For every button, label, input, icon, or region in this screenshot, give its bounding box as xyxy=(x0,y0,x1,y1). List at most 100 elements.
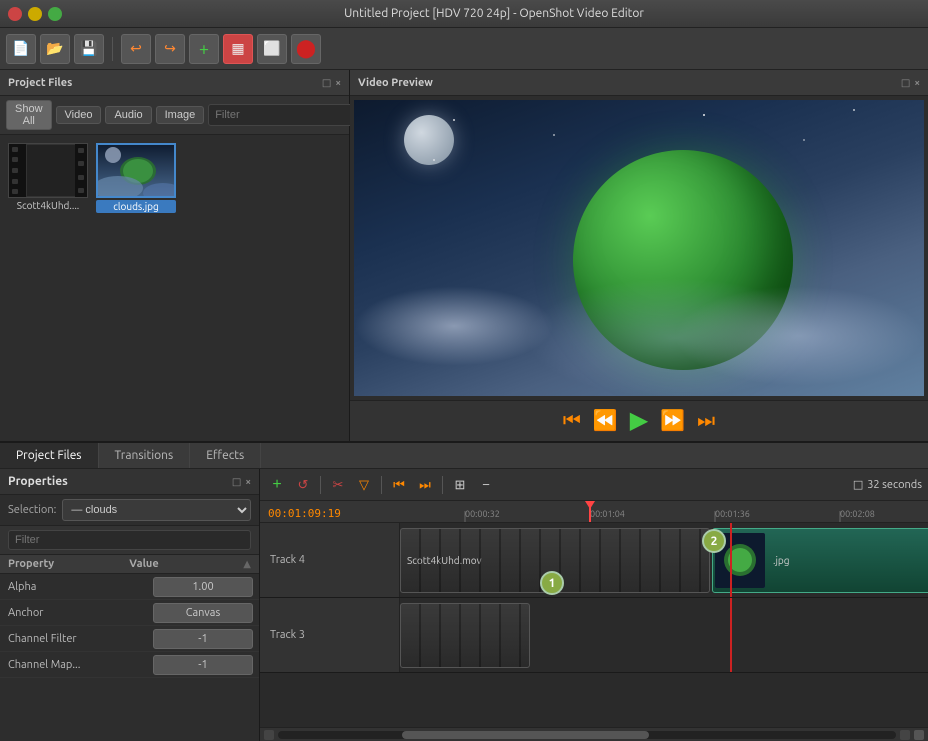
prop-value-anchor: Canvas xyxy=(149,601,259,625)
cut-button[interactable]: ✂ xyxy=(327,474,349,496)
project-files-panel: Project Files □ × Show All Video Audio I… xyxy=(0,70,350,441)
preview-undock-icon[interactable]: □ xyxy=(901,77,910,89)
tl-sep-2 xyxy=(381,476,382,494)
badge-2: 2 xyxy=(702,529,726,553)
prop-row-channel-filter: Channel Filter -1 xyxy=(0,626,259,652)
track-label-4: Track 4 xyxy=(260,523,400,597)
zoom-minus-button[interactable]: − xyxy=(475,474,497,496)
file-thumb-scott4k xyxy=(8,143,88,198)
props-filter-input[interactable] xyxy=(8,530,251,550)
jump-to-start-button[interactable]: ⏮ xyxy=(563,411,581,431)
filmstrip-hole-r3 xyxy=(78,175,84,180)
filter-image[interactable]: Image xyxy=(156,106,205,124)
scroll-corner xyxy=(914,730,924,740)
duration-text: 32 seconds xyxy=(867,479,922,491)
track-row-4: Track 4 Scott4kUhd.mov xyxy=(260,523,928,598)
filmstrip-hole-1 xyxy=(12,147,18,152)
redo-button[interactable]: ↪ xyxy=(155,34,185,64)
filmstrip-hole-r4 xyxy=(78,188,84,193)
props-undock-icon[interactable]: □ xyxy=(232,476,241,488)
open-button[interactable]: 📂 xyxy=(40,34,70,64)
add-track-button[interactable]: + xyxy=(266,474,288,496)
video-preview-header: Video Preview □ × xyxy=(350,70,928,96)
selection-dropdown[interactable]: — clouds xyxy=(62,499,251,521)
timeline-scroll-track[interactable] xyxy=(278,731,896,739)
track-content-4[interactable]: Scott4kUhd.mov .jpg xyxy=(400,523,928,597)
undo-button-timeline[interactable]: ↺ xyxy=(292,474,314,496)
jump-end-button[interactable]: ⏭ xyxy=(414,474,436,496)
selection-row: Selection: — clouds xyxy=(0,495,259,526)
playhead-track-3 xyxy=(730,598,732,672)
play-button[interactable]: ▶ xyxy=(630,409,648,433)
tab-transitions[interactable]: Transitions xyxy=(99,443,191,468)
scroll-right-button[interactable] xyxy=(900,730,910,740)
filter-show-all[interactable]: Show All xyxy=(6,100,52,130)
filter-marker-button[interactable]: ▽ xyxy=(353,474,375,496)
undo-button[interactable]: ↩ xyxy=(121,34,151,64)
panel-close-icon[interactable]: × xyxy=(335,77,341,89)
window-title: Untitled Project [HDV 720 24p] - OpenSho… xyxy=(68,7,920,20)
minimize-button[interactable] xyxy=(28,7,42,21)
rewind-button[interactable]: ⏪ xyxy=(593,411,618,431)
clip-track3[interactable] xyxy=(400,603,530,668)
prop-value-channel-filter: -1 xyxy=(149,627,259,651)
fast-forward-button[interactable]: ⏩ xyxy=(660,411,685,431)
video-preview-panel: Video Preview □ × xyxy=(350,70,928,441)
prop-anchor-btn[interactable]: Canvas xyxy=(153,603,253,623)
track-content-3[interactable] xyxy=(400,598,928,672)
project-files-content: Scott4kUhd.... xyxy=(0,135,349,441)
panel-undock-icon[interactable]: □ xyxy=(322,77,331,89)
close-button[interactable] xyxy=(8,7,22,21)
props-filter xyxy=(0,526,259,555)
main-area: Project Files □ × Show All Video Audio I… xyxy=(0,70,928,441)
tab-project-files[interactable]: Project Files xyxy=(0,443,99,468)
prop-channel-map-btn[interactable]: -1 xyxy=(153,655,253,675)
save-button[interactable]: 💾 xyxy=(74,34,104,64)
snap-button[interactable]: ⊞ xyxy=(449,474,471,496)
badge-1: 1 xyxy=(540,571,564,595)
clip-jpg[interactable]: .jpg xyxy=(712,528,928,593)
file-name-clouds: clouds.jpg xyxy=(96,200,176,213)
file-item-clouds[interactable]: clouds.jpg xyxy=(96,143,176,213)
tab-effects[interactable]: Effects xyxy=(190,443,261,468)
prop-alpha-btn[interactable]: 1.00 xyxy=(153,577,253,597)
prop-col-header-property: Property xyxy=(8,558,129,570)
prop-channel-filter-btn[interactable]: -1 xyxy=(153,629,253,649)
record-button[interactable]: ⬤ xyxy=(291,34,321,64)
remove-button[interactable]: ⬜ xyxy=(257,34,287,64)
filmstrip-hole-4 xyxy=(12,179,18,184)
tl-sep-3 xyxy=(442,476,443,494)
track-label-3: Track 3 xyxy=(260,598,400,672)
props-close-icon[interactable]: × xyxy=(245,476,251,488)
project-files-title: Project Files xyxy=(8,77,72,89)
filter-video[interactable]: Video xyxy=(56,106,102,124)
titlebar: Untitled Project [HDV 720 24p] - OpenSho… xyxy=(0,0,928,28)
timeline-toolbar: + ↺ ✂ ▽ ⏮ ⏭ ⊞ − □ 32 seconds xyxy=(260,469,928,501)
filmstrip-hole-r2 xyxy=(78,161,84,166)
file-item-scott4k[interactable]: Scott4kUhd.... xyxy=(8,143,88,213)
filter-audio[interactable]: Audio xyxy=(105,106,151,124)
timeline-scrollbar xyxy=(260,727,928,741)
timecode-display: 00:01:09:19 xyxy=(268,507,341,520)
transitions-button[interactable]: ▦ xyxy=(223,34,253,64)
filmstrip-pattern-2 xyxy=(401,604,529,667)
new-button[interactable]: 📄 xyxy=(6,34,36,64)
filmstrip-right xyxy=(75,144,87,197)
maximize-button[interactable] xyxy=(48,7,62,21)
jump-start-button[interactable]: ⏮ xyxy=(388,474,410,496)
clip-jpg-label: .jpg xyxy=(767,553,796,568)
video-canvas xyxy=(354,100,924,396)
project-files-header: Project Files □ × xyxy=(0,70,349,96)
jump-to-end-button[interactable]: ⏭ xyxy=(697,411,715,431)
timeline-scroll-thumb[interactable] xyxy=(402,731,649,739)
file-thumb-clouds xyxy=(96,143,176,198)
bottom-area: Project Files Transitions Effects Proper… xyxy=(0,441,928,741)
prop-value-alpha: 1.00 xyxy=(149,575,259,599)
preview-close-icon[interactable]: × xyxy=(914,77,920,89)
file-preview-scott4k xyxy=(26,144,82,197)
properties-table: Property Value ▲ Alpha 1.00 Anchor Canva… xyxy=(0,555,259,741)
scroll-left-button[interactable] xyxy=(264,730,274,740)
filter-input[interactable] xyxy=(208,104,364,126)
add-button[interactable]: + xyxy=(189,34,219,64)
toolbar-separator-1 xyxy=(112,37,113,61)
